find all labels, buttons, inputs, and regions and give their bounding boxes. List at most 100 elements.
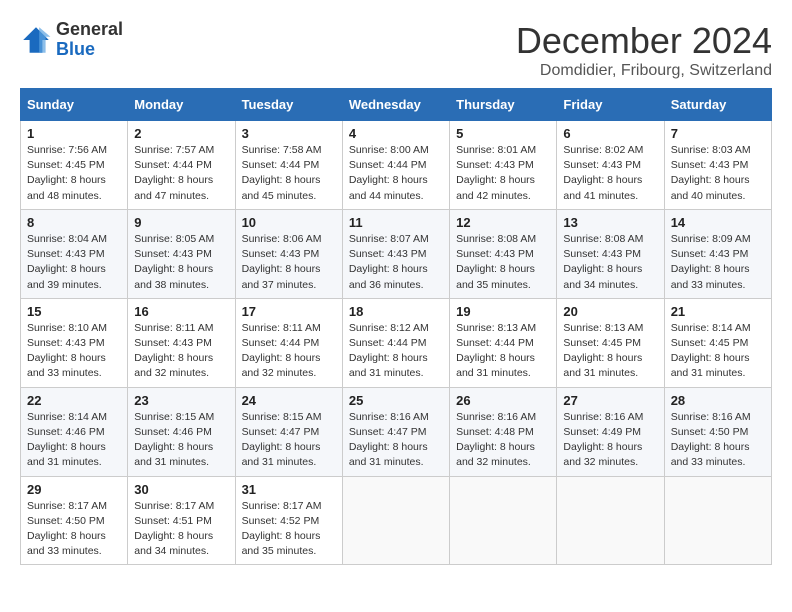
- day-number: 12: [456, 215, 550, 230]
- calendar-cell: 27 Sunrise: 8:16 AM Sunset: 4:49 PM Dayli…: [557, 387, 664, 476]
- day-number: 11: [349, 215, 443, 230]
- day-info: Sunrise: 8:01 AM Sunset: 4:43 PM Dayligh…: [456, 143, 550, 204]
- day-info: Sunrise: 8:16 AM Sunset: 4:47 PM Dayligh…: [349, 410, 443, 471]
- calendar-cell: 14Sunrise: 8:09 AM Sunset: 4:43 PM Dayli…: [664, 209, 771, 298]
- day-number: 19: [456, 304, 550, 319]
- day-info: Sunrise: 7:57 AM Sunset: 4:44 PM Dayligh…: [134, 143, 228, 204]
- calendar-cell: 13 Sunrise: 8:08 AM Sunset: 4:43 PM Dayli…: [557, 209, 664, 298]
- location: Domdidier, Fribourg, Switzerland: [516, 62, 772, 80]
- calendar-cell: [664, 476, 771, 565]
- day-info: Sunrise: 8:00 AM Sunset: 4:44 PM Dayligh…: [349, 143, 443, 204]
- calendar-week-row: 15Sunrise: 8:10 AM Sunset: 4:43 PM Dayli…: [21, 298, 772, 387]
- calendar-cell: 5 Sunrise: 8:01 AM Sunset: 4:43 PM Daylig…: [450, 121, 557, 210]
- day-info: Sunrise: 8:11 AM Sunset: 4:44 PM Dayligh…: [242, 321, 336, 382]
- calendar-cell: 26 Sunrise: 8:16 AM Sunset: 4:48 PM Dayli…: [450, 387, 557, 476]
- calendar-cell: 21Sunrise: 8:14 AM Sunset: 4:45 PM Dayli…: [664, 298, 771, 387]
- day-info: Sunrise: 8:16 AM Sunset: 4:49 PM Dayligh…: [563, 410, 657, 471]
- calendar-cell: 25 Sunrise: 8:16 AM Sunset: 4:47 PM Dayli…: [342, 387, 449, 476]
- calendar-cell: 28Sunrise: 8:16 AM Sunset: 4:50 PM Dayli…: [664, 387, 771, 476]
- logo-text: General Blue: [56, 20, 123, 60]
- day-number: 9: [134, 215, 228, 230]
- day-info: Sunrise: 8:13 AM Sunset: 4:44 PM Dayligh…: [456, 321, 550, 382]
- day-info: Sunrise: 8:08 AM Sunset: 4:43 PM Dayligh…: [456, 232, 550, 293]
- weekday-header-wednesday: Wednesday: [342, 89, 449, 121]
- logo: General Blue: [20, 20, 123, 60]
- calendar-cell: 3 Sunrise: 7:58 AM Sunset: 4:44 PM Daylig…: [235, 121, 342, 210]
- calendar-cell: 2 Sunrise: 7:57 AM Sunset: 4:44 PM Daylig…: [128, 121, 235, 210]
- calendar-cell: 6 Sunrise: 8:02 AM Sunset: 4:43 PM Daylig…: [557, 121, 664, 210]
- day-number: 13: [563, 215, 657, 230]
- calendar-week-row: 8 Sunrise: 8:04 AM Sunset: 4:43 PM Daylig…: [21, 209, 772, 298]
- day-number: 3: [242, 126, 336, 141]
- day-info: Sunrise: 8:04 AM Sunset: 4:43 PM Dayligh…: [27, 232, 121, 293]
- calendar-cell: 8 Sunrise: 8:04 AM Sunset: 4:43 PM Daylig…: [21, 209, 128, 298]
- day-number: 18: [349, 304, 443, 319]
- day-number: 31: [242, 482, 336, 497]
- day-number: 27: [563, 393, 657, 408]
- day-info: Sunrise: 8:11 AM Sunset: 4:43 PM Dayligh…: [134, 321, 228, 382]
- calendar-cell: 23 Sunrise: 8:15 AM Sunset: 4:46 PM Dayli…: [128, 387, 235, 476]
- day-info: Sunrise: 8:13 AM Sunset: 4:45 PM Dayligh…: [563, 321, 657, 382]
- calendar-cell: 29 Sunrise: 8:17 AM Sunset: 4:50 PM Dayli…: [21, 476, 128, 565]
- day-info: Sunrise: 8:14 AM Sunset: 4:46 PM Dayligh…: [27, 410, 121, 471]
- day-info: Sunrise: 8:14 AM Sunset: 4:45 PM Dayligh…: [671, 321, 765, 382]
- calendar-week-row: 29 Sunrise: 8:17 AM Sunset: 4:50 PM Dayli…: [21, 476, 772, 565]
- weekday-header-row: SundayMondayTuesdayWednesdayThursdayFrid…: [21, 89, 772, 121]
- day-number: 10: [242, 215, 336, 230]
- weekday-header-tuesday: Tuesday: [235, 89, 342, 121]
- day-number: 4: [349, 126, 443, 141]
- day-number: 2: [134, 126, 228, 141]
- calendar-cell: 11 Sunrise: 8:07 AM Sunset: 4:43 PM Dayli…: [342, 209, 449, 298]
- day-number: 29: [27, 482, 121, 497]
- day-number: 28: [671, 393, 765, 408]
- calendar-cell: [450, 476, 557, 565]
- calendar-cell: 4 Sunrise: 8:00 AM Sunset: 4:44 PM Daylig…: [342, 121, 449, 210]
- day-info: Sunrise: 8:03 AM Sunset: 4:43 PM Dayligh…: [671, 143, 765, 204]
- day-number: 1: [27, 126, 121, 141]
- calendar-cell: 30 Sunrise: 8:17 AM Sunset: 4:51 PM Dayli…: [128, 476, 235, 565]
- calendar-table: SundayMondayTuesdayWednesdayThursdayFrid…: [20, 88, 772, 565]
- weekday-header-friday: Friday: [557, 89, 664, 121]
- day-info: Sunrise: 8:07 AM Sunset: 4:43 PM Dayligh…: [349, 232, 443, 293]
- day-info: Sunrise: 8:02 AM Sunset: 4:43 PM Dayligh…: [563, 143, 657, 204]
- day-number: 26: [456, 393, 550, 408]
- calendar-cell: 24Sunrise: 8:15 AM Sunset: 4:47 PM Dayli…: [235, 387, 342, 476]
- calendar-cell: 16 Sunrise: 8:11 AM Sunset: 4:43 PM Dayli…: [128, 298, 235, 387]
- day-number: 30: [134, 482, 228, 497]
- day-number: 25: [349, 393, 443, 408]
- day-number: 23: [134, 393, 228, 408]
- calendar-cell: 12 Sunrise: 8:08 AM Sunset: 4:43 PM Dayli…: [450, 209, 557, 298]
- day-info: Sunrise: 8:15 AM Sunset: 4:46 PM Dayligh…: [134, 410, 228, 471]
- day-info: Sunrise: 8:06 AM Sunset: 4:43 PM Dayligh…: [242, 232, 336, 293]
- day-info: Sunrise: 8:16 AM Sunset: 4:48 PM Dayligh…: [456, 410, 550, 471]
- page-header: General Blue December 2024 Domdidier, Fr…: [20, 20, 772, 80]
- day-info: Sunrise: 8:08 AM Sunset: 4:43 PM Dayligh…: [563, 232, 657, 293]
- day-number: 6: [563, 126, 657, 141]
- calendar-week-row: 22 Sunrise: 8:14 AM Sunset: 4:46 PM Dayli…: [21, 387, 772, 476]
- day-info: Sunrise: 8:05 AM Sunset: 4:43 PM Dayligh…: [134, 232, 228, 293]
- day-info: Sunrise: 8:10 AM Sunset: 4:43 PM Dayligh…: [27, 321, 121, 382]
- calendar-cell: 9 Sunrise: 8:05 AM Sunset: 4:43 PM Daylig…: [128, 209, 235, 298]
- day-info: Sunrise: 8:17 AM Sunset: 4:50 PM Dayligh…: [27, 499, 121, 560]
- day-number: 22: [27, 393, 121, 408]
- day-number: 24: [242, 393, 336, 408]
- day-number: 20: [563, 304, 657, 319]
- calendar-cell: 10 Sunrise: 8:06 AM Sunset: 4:43 PM Dayli…: [235, 209, 342, 298]
- weekday-header-monday: Monday: [128, 89, 235, 121]
- calendar-week-row: 1Sunrise: 7:56 AM Sunset: 4:45 PM Daylig…: [21, 121, 772, 210]
- day-number: 8: [27, 215, 121, 230]
- day-number: 7: [671, 126, 765, 141]
- day-number: 5: [456, 126, 550, 141]
- calendar-cell: [342, 476, 449, 565]
- day-info: Sunrise: 7:58 AM Sunset: 4:44 PM Dayligh…: [242, 143, 336, 204]
- day-number: 16: [134, 304, 228, 319]
- day-info: Sunrise: 8:17 AM Sunset: 4:52 PM Dayligh…: [242, 499, 336, 560]
- calendar-cell: [557, 476, 664, 565]
- day-number: 17: [242, 304, 336, 319]
- logo-icon: [20, 24, 52, 56]
- calendar-cell: 7 Sunrise: 8:03 AM Sunset: 4:43 PM Daylig…: [664, 121, 771, 210]
- month-title: December 2024: [516, 20, 772, 62]
- calendar-cell: 20 Sunrise: 8:13 AM Sunset: 4:45 PM Dayli…: [557, 298, 664, 387]
- day-number: 14: [671, 215, 765, 230]
- day-info: Sunrise: 8:17 AM Sunset: 4:51 PM Dayligh…: [134, 499, 228, 560]
